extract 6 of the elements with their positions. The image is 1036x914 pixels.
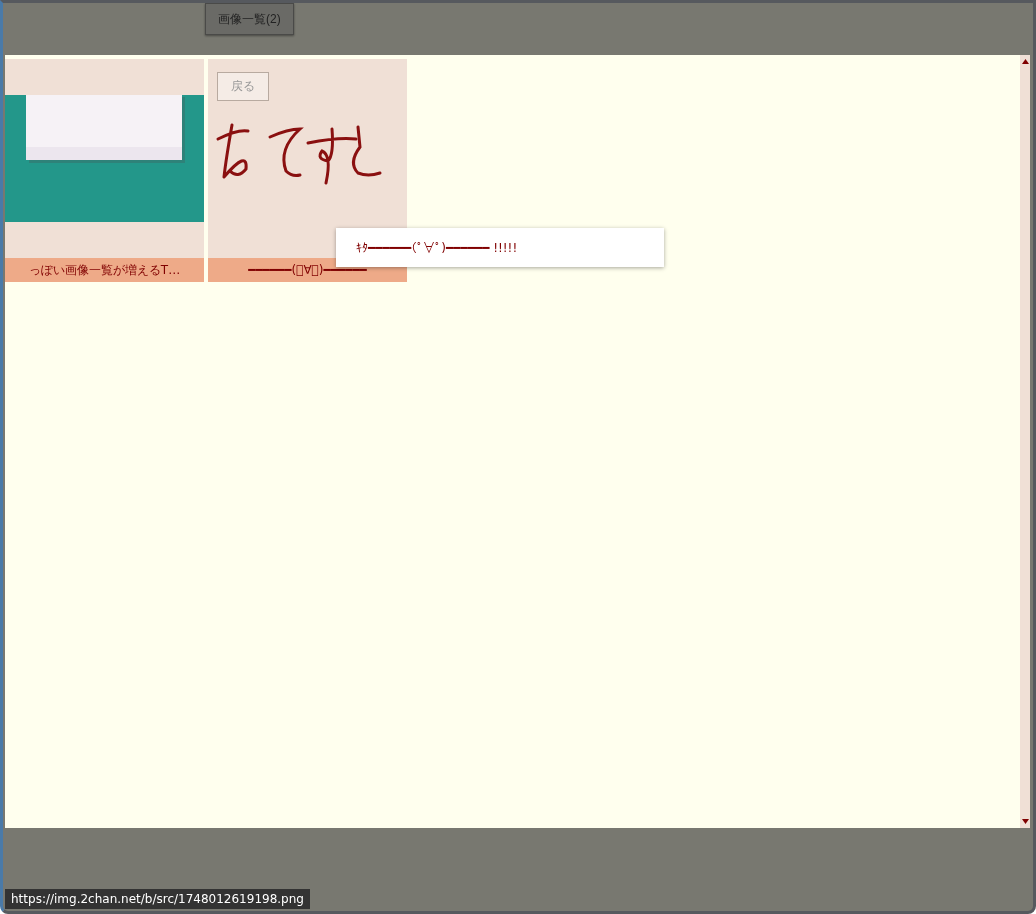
status-url: https://img.2chan.net/b/src/1748012619198.png (5, 889, 310, 909)
scrollbar[interactable] (1020, 55, 1030, 828)
scroll-down-icon[interactable] (1021, 819, 1029, 824)
popup-message: ｷﾀ━━━━━━(ﾟ∀ﾟ)━━━━━━ !!!!! (336, 228, 664, 267)
scroll-up-icon[interactable] (1021, 59, 1029, 64)
thumbnail-caption[interactable]: っぽい画像一覧が増えるT… (5, 258, 204, 282)
